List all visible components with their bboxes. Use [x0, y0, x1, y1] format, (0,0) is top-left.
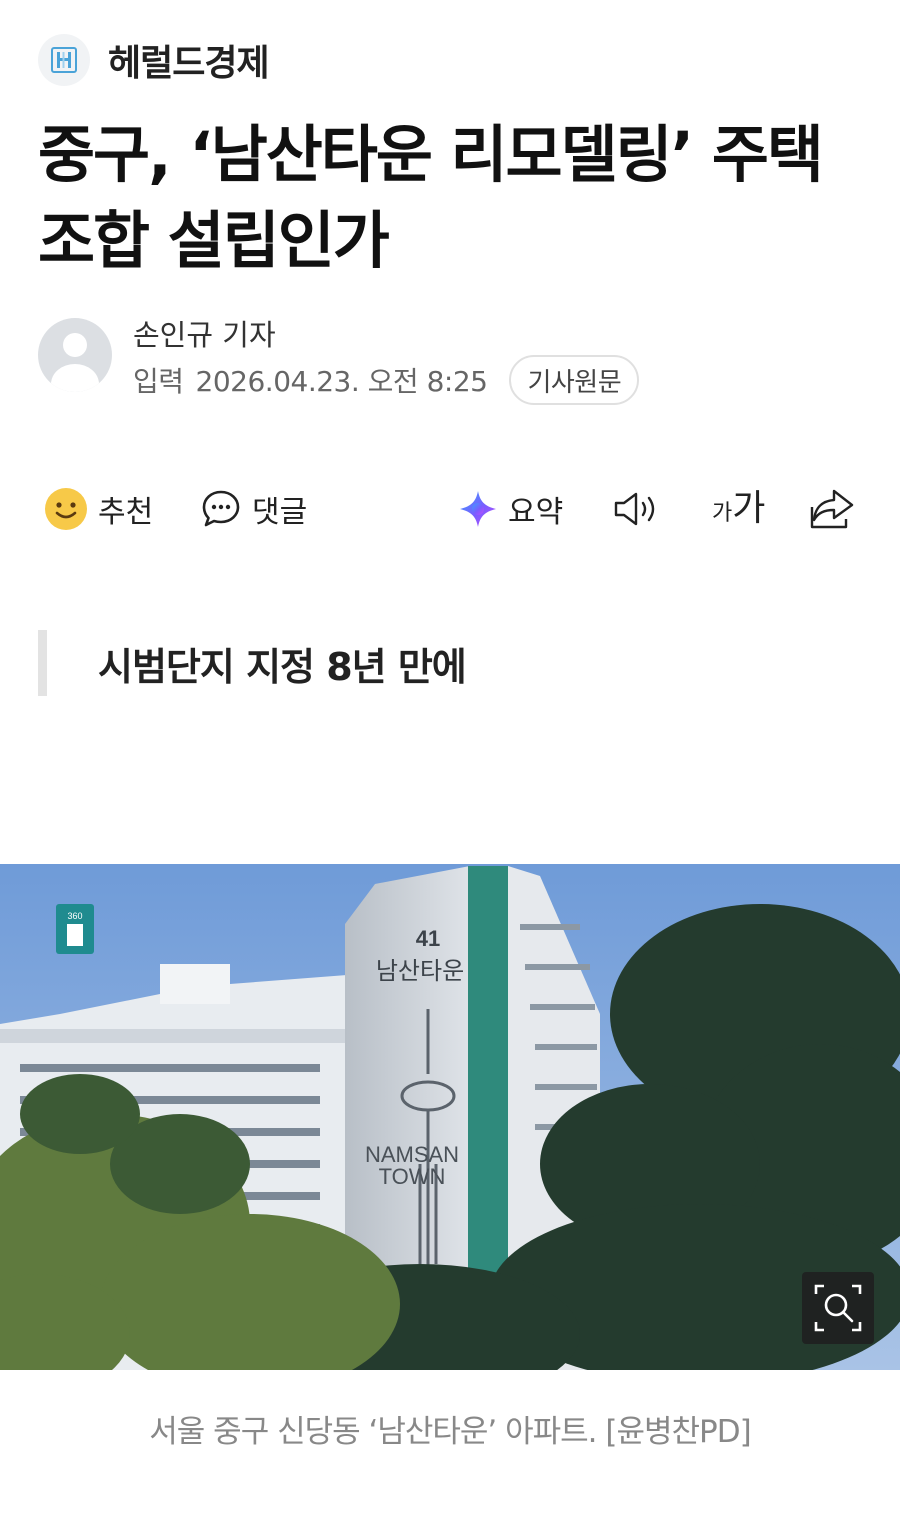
share-button[interactable] [808, 478, 856, 540]
smile-icon [45, 488, 87, 530]
comment-label: 댓글 [252, 495, 308, 530]
badge-360-icon: 360 [56, 904, 94, 954]
read-aloud-button[interactable] [612, 478, 662, 540]
sparkle-icon [460, 491, 496, 527]
zoom-icon[interactable] [802, 1272, 874, 1344]
summary-label: 요약 [508, 495, 564, 530]
avatar-person-icon [51, 333, 99, 392]
summary-button[interactable]: 요약 [458, 478, 563, 540]
recommend-button[interactable]: 추천 [44, 478, 153, 540]
article-photo[interactable]: 41 남산타운 NAMSAN TOWN 360 [0, 864, 900, 1370]
photo-caption: 서울 중구 신당동 ‘남산타운’ 아파트. [윤병찬PD] [149, 1414, 751, 1450]
reporter-name[interactable]: 손인규 기자 [133, 312, 276, 354]
share-icon [810, 489, 854, 529]
building-name: 남산타운 [376, 957, 464, 985]
apartment-photo-illustration: 41 남산타운 NAMSAN TOWN 360 [0, 864, 900, 1370]
press-name: 헤럴드경제 [108, 43, 270, 84]
font-size-button[interactable]: 가 가 [712, 478, 765, 540]
date-label: 입력 [133, 365, 184, 398]
badge-360-label: 360 [67, 911, 82, 921]
comment-icon [202, 490, 240, 527]
article-title: 중구, ‘남산타운 리모델링’ 주택조합 설립인가 [38, 118, 824, 277]
press-header[interactable]: 헤럴드경제 [38, 33, 270, 87]
date-value: 2026.04.23. 오전 8:25 [195, 365, 488, 398]
speaker-icon [614, 492, 655, 526]
dateline: 입력 2026.04.23. 오전 8:25 기사원문 [133, 355, 640, 405]
recommend-label: 추천 [98, 495, 154, 530]
building-number: 41 [416, 926, 440, 951]
font-large-label: 가 [732, 488, 766, 529]
subheading-bar [38, 630, 47, 696]
press-logo-icon [38, 34, 90, 86]
comment-button[interactable]: 댓글 [200, 478, 307, 540]
original-article-button[interactable]: 기사원문 [509, 355, 640, 405]
font-small-label: 가 [712, 501, 733, 526]
reporter-avatar[interactable] [38, 318, 112, 392]
font-size-icon: 가 가 [712, 491, 765, 527]
article-subheading: 시범단지 지정 8년 만에 [98, 645, 467, 689]
building-en-line2: TOWN [379, 1164, 446, 1189]
